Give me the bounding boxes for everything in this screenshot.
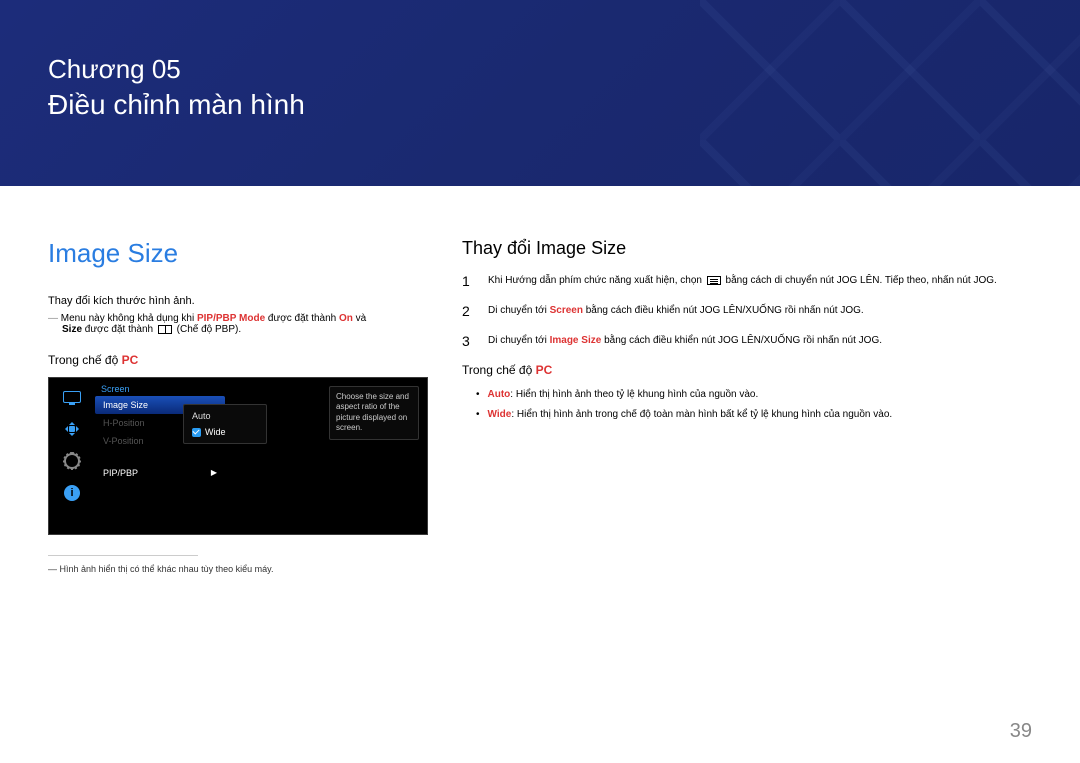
note-dash: ― <box>48 313 58 324</box>
footnote: ― Hình ảnh hiển thị có thể khác nhau tùy… <box>48 564 428 574</box>
gear-icon <box>62 452 82 470</box>
osd-menu-header: Screen <box>95 384 225 396</box>
chapter-title: Điều chỉnh màn hình <box>48 89 1032 121</box>
step-number: 3 <box>462 333 474 349</box>
pbp-split-icon <box>158 325 172 334</box>
bullet-list: • Auto: Hiển thị hình ảnh theo tỷ lệ khu… <box>462 387 1032 422</box>
step-number: 2 <box>462 303 474 319</box>
right-column: Thay đổi Image Size 1 Khi Hướng dẫn phím… <box>462 238 1032 574</box>
step-text: Khi Hướng dẫn phím chức năng xuất hiện, … <box>488 273 997 288</box>
instructions-title: Thay đổi Image Size <box>462 238 1032 259</box>
menu-icon <box>707 276 721 285</box>
step-number: 1 <box>462 273 474 289</box>
steps-list: 1 Khi Hướng dẫn phím chức năng xuất hiện… <box>462 273 1032 349</box>
osd-panel: i Screen Image Size H-Position V-Positio… <box>48 377 428 535</box>
chevron-right-icon: ▶ <box>211 468 217 478</box>
step-text: Di chuyển tới Screen bằng cách điều khiể… <box>488 303 864 318</box>
availability-note: ― Menu này không khả dụng khi PIP/PBP Mo… <box>48 313 428 335</box>
osd-option-wide: Wide <box>184 424 266 440</box>
info-icon: i <box>62 484 82 502</box>
osd-menu: Screen Image Size H-Position V-Position … <box>95 378 225 534</box>
osd-sidebar: i <box>49 378 95 534</box>
body: Image Size Thay đổi kích thước hình ảnh.… <box>0 186 1080 574</box>
mode-label: Trong chế độ PC <box>462 363 1032 377</box>
bullet-wide: • Wide: Hiển thị hình ảnh trong chế độ t… <box>476 407 1032 422</box>
bullet-icon: • <box>476 407 480 422</box>
check-icon <box>192 428 201 437</box>
divider <box>48 555 198 556</box>
osd-option-auto: Auto <box>184 408 266 424</box>
osd-help-text: Choose the size and aspect ratio of the … <box>329 386 419 440</box>
bullet-icon: • <box>476 387 480 402</box>
page-number: 39 <box>1010 720 1032 743</box>
dpad-icon <box>62 420 82 438</box>
section-title: Image Size <box>48 238 428 269</box>
step-3: 3 Di chuyển tới Image Size bằng cách điề… <box>462 333 1032 349</box>
bullet-auto: • Auto: Hiển thị hình ảnh theo tỷ lệ khu… <box>476 387 1032 402</box>
section-description: Thay đổi kích thước hình ảnh. <box>48 295 428 307</box>
left-column: Image Size Thay đổi kích thước hình ảnh.… <box>48 238 428 574</box>
screen-icon <box>62 388 82 406</box>
osd-submenu: Auto Wide <box>183 404 267 444</box>
step-2: 2 Di chuyển tới Screen bằng cách điều kh… <box>462 303 1032 319</box>
mode-label: Trong chế độ PC <box>48 353 428 367</box>
step-text: Di chuyển tới Image Size bằng cách điều … <box>488 333 882 348</box>
step-1: 1 Khi Hướng dẫn phím chức năng xuất hiện… <box>462 273 1032 289</box>
chapter-label: Chương 05 <box>48 54 1032 85</box>
page-header: Chương 05 Điều chỉnh màn hình <box>0 0 1080 186</box>
osd-item-pip-pbp: PIP/PBP ▶ <box>95 464 225 482</box>
